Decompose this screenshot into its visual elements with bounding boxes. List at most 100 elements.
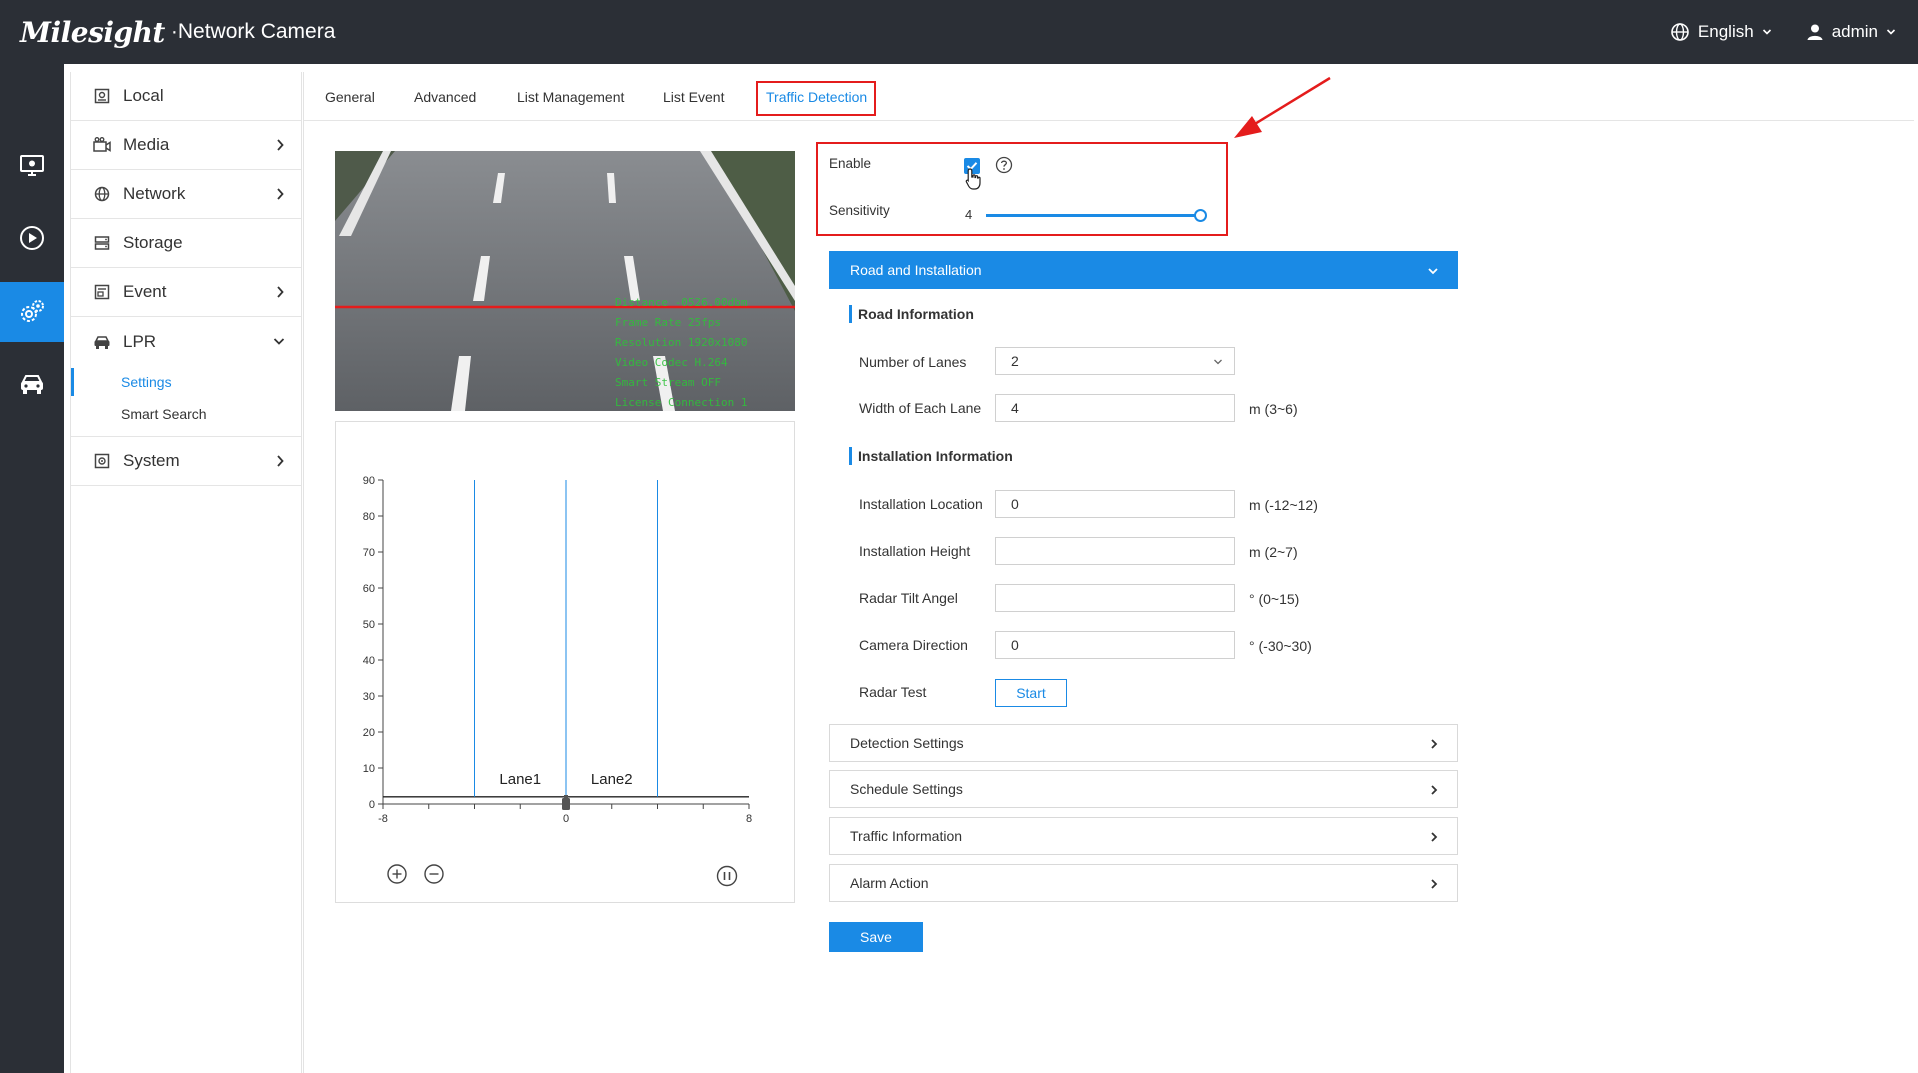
- tilt-input[interactable]: [995, 584, 1235, 612]
- sidebar-item-label: Local: [123, 86, 164, 105]
- rail-vehicle[interactable]: [0, 354, 64, 414]
- direction-input[interactable]: [995, 631, 1235, 659]
- chevron-right-icon: [277, 455, 284, 467]
- lanes-label: Number of Lanes: [859, 354, 967, 370]
- main-content: General Advanced List Management List Ev…: [303, 72, 1914, 1073]
- sidebar-item-storage[interactable]: Storage: [71, 219, 301, 268]
- rail-settings[interactable]: [0, 282, 64, 342]
- settings-icon: [21, 300, 44, 322]
- globe-icon: [1671, 23, 1689, 41]
- schedule-settings-header[interactable]: Schedule Settings: [829, 770, 1458, 808]
- sensitivity-slider-track[interactable]: [986, 214, 1202, 217]
- accordion-label: Road and Installation: [850, 262, 982, 278]
- sidebar-item-event[interactable]: Event: [71, 268, 301, 317]
- road-installation-header[interactable]: Road and Installation: [829, 251, 1458, 289]
- sidebar-item-system[interactable]: System: [71, 437, 301, 486]
- chevron-down-icon: [1762, 29, 1771, 35]
- sidebar-item-label: Network: [123, 184, 186, 203]
- sidebar-sub-settings[interactable]: Settings: [71, 366, 301, 398]
- tab-list-management[interactable]: List Management: [517, 84, 624, 110]
- installation-information-title: Installation Information: [849, 447, 1013, 465]
- radar-device-marker-top: [564, 795, 568, 798]
- user-menu[interactable]: admin: [1806, 22, 1896, 42]
- osd-line: Distance -0526.00dbm: [615, 296, 748, 309]
- zoom-in-icon[interactable]: [386, 863, 408, 885]
- sidebar-sub-smart-search[interactable]: Smart Search: [71, 398, 301, 430]
- tilt-unit: ° (0~15): [1249, 591, 1300, 607]
- chevron-right-icon: [277, 286, 284, 298]
- tab-general[interactable]: General: [325, 84, 375, 110]
- sidebar-item-media[interactable]: Media: [71, 121, 301, 170]
- sidebar-item-local[interactable]: Local: [71, 72, 301, 121]
- location-unit: m (-12~12): [1249, 497, 1318, 513]
- osd-line: Smart Stream OFF: [615, 376, 721, 389]
- sensitivity-value: 4: [965, 207, 973, 222]
- icon-rail: [0, 64, 64, 1073]
- tab-advanced[interactable]: Advanced: [414, 84, 476, 110]
- sidebar-item-network[interactable]: Network: [71, 170, 301, 219]
- tab-list-event[interactable]: List Event: [663, 84, 724, 110]
- chevron-right-icon: [277, 139, 284, 151]
- lane-label: Lane1: [499, 771, 541, 788]
- help-icon[interactable]: [995, 156, 1013, 174]
- media-icon: [93, 136, 111, 154]
- radar-chart-panel: 90 80 70 60 50 40 30 20 10 0 -8 0 8 Lane1 Lane2: [335, 421, 795, 903]
- width-unit: m (3~6): [1249, 401, 1298, 417]
- rail-playback[interactable]: [0, 208, 64, 268]
- save-button[interactable]: Save: [829, 922, 923, 952]
- sidebar-item-lpr[interactable]: LPR: [71, 317, 301, 366]
- lanes-select-value: 2: [1011, 353, 1019, 369]
- alarm-action-header[interactable]: Alarm Action: [829, 864, 1458, 902]
- sidebar-item-label: Event: [123, 282, 167, 301]
- radar-chart: 9080706050403020100-8 0 8Lane1 Lane2: [363, 475, 752, 825]
- radar-test-label: Radar Test: [859, 684, 927, 700]
- language-label: English: [1697, 22, 1754, 41]
- sidebar-item-label: Media: [123, 135, 170, 154]
- sidebar: Local Media Network Storage Event LPR Se…: [70, 72, 302, 1073]
- chevron-right-icon: [1431, 879, 1438, 889]
- chevron-down-icon: [273, 338, 285, 345]
- chevron-down-icon: [1886, 29, 1896, 35]
- accordion-label: Detection Settings: [850, 735, 964, 751]
- tab-annotation-box: [756, 81, 876, 116]
- sensitivity-slider-thumb[interactable]: [1194, 209, 1207, 222]
- playback-icon: [20, 226, 44, 250]
- pause-icon[interactable]: [716, 865, 738, 887]
- event-icon: [93, 283, 111, 301]
- brand-name: Milesight: [20, 15, 165, 49]
- zoom-out-icon[interactable]: [423, 863, 445, 885]
- lane-label: Lane2: [591, 771, 633, 788]
- width-input[interactable]: [995, 394, 1235, 422]
- direction-label: Camera Direction: [859, 637, 968, 653]
- x-tick-label: -8: [378, 813, 388, 825]
- y-tick-label: 70: [363, 547, 375, 559]
- location-input[interactable]: [995, 490, 1235, 518]
- user-name: admin: [1831, 22, 1878, 41]
- tilt-label: Radar Tilt Angel: [859, 590, 958, 606]
- radar-test-start-button[interactable]: Start: [995, 679, 1067, 707]
- direction-unit: ° (-30~30): [1249, 638, 1312, 654]
- lanes-select[interactable]: 2: [995, 347, 1235, 375]
- product-name: ·Network Camera: [170, 20, 336, 43]
- y-tick-label: 40: [363, 655, 375, 667]
- osd-line: License Connection 1: [615, 396, 748, 409]
- chevron-right-icon: [1431, 832, 1438, 842]
- osd-line: Resolution 1920x1080: [615, 336, 748, 349]
- radar-device-marker: [562, 798, 570, 810]
- traffic-information-header[interactable]: Traffic Information: [829, 817, 1458, 855]
- osd-line: Frame Rate 25fps: [615, 316, 721, 329]
- network-icon: [93, 185, 111, 203]
- width-label: Width of Each Lane: [859, 400, 982, 416]
- cursor-hand-icon: [965, 168, 981, 190]
- rail-live-view[interactable]: [0, 136, 64, 196]
- storage-icon: [93, 234, 111, 252]
- logo: Milesight ·Network Camera: [20, 12, 335, 52]
- sidebar-item-label: Storage: [123, 233, 183, 252]
- detection-settings-header[interactable]: Detection Settings: [829, 724, 1458, 762]
- chevron-right-icon: [277, 188, 284, 200]
- sidebar-item-label: System: [123, 451, 180, 470]
- language-selector[interactable]: English: [1670, 22, 1772, 42]
- y-tick-label: 10: [363, 763, 375, 775]
- height-input[interactable]: [995, 537, 1235, 565]
- live-preview: Distance -0526.00dbm Frame Rate 25fps Re…: [335, 151, 795, 411]
